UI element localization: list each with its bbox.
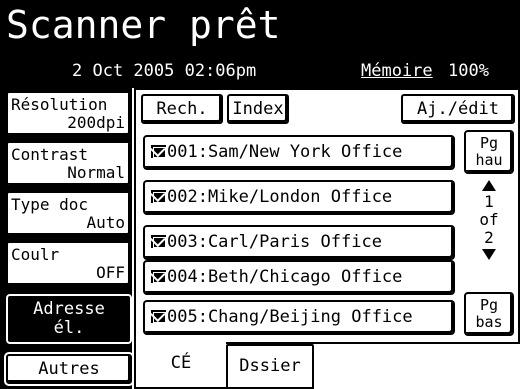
- page-down-line2: bas: [475, 313, 503, 331]
- page-indicator: 1 of 2: [466, 180, 512, 260]
- contrast-label: Contrast: [11, 145, 89, 164]
- other-settings-button[interactable]: Autres: [6, 354, 132, 384]
- address-entry[interactable]: 002:Mike/London Office: [143, 180, 455, 215]
- page-up-line1: Pg: [479, 134, 499, 152]
- date-time: 2 Oct 2005 02:06pm: [72, 61, 257, 81]
- memory-value: 100%: [448, 61, 489, 81]
- resolution-label: Résolution: [11, 95, 108, 114]
- current-page: 1: [484, 192, 494, 211]
- contrast-button[interactable]: Contrast Normal: [6, 141, 132, 187]
- page-up-line2: hau: [475, 151, 503, 169]
- doc-type-button[interactable]: Type doc Auto: [6, 191, 132, 237]
- address-entry[interactable]: 001:Sam/New York Office: [143, 135, 455, 170]
- address-entry[interactable]: 003:Carl/Paris Office: [143, 225, 455, 260]
- resolution-value: 200dpi: [67, 113, 125, 132]
- entry-label: 002:Mike/London Office: [167, 187, 393, 207]
- page-down-button[interactable]: Pg bas: [464, 292, 514, 336]
- page-up-button[interactable]: Pg hau: [464, 130, 514, 174]
- total-pages: 2: [484, 228, 494, 247]
- tab-folder[interactable]: Dssier: [226, 344, 314, 389]
- arrow-down-icon: [482, 249, 496, 260]
- envelope-icon: [151, 190, 166, 203]
- email-address-line1: Adresse: [33, 299, 105, 319]
- entry-label: 001:Sam/New York Office: [167, 142, 403, 162]
- page-down-line1: Pg: [479, 296, 499, 314]
- add-edit-button[interactable]: Aj./édit: [401, 94, 515, 124]
- color-label: Coulr: [11, 245, 60, 264]
- email-address-line2: él.: [53, 318, 85, 338]
- arrow-up-icon: [482, 180, 496, 191]
- tab-address-book[interactable]: CÉ: [134, 342, 226, 389]
- address-panel: Rech. Index Aj./édit 001:Sam/New York Of…: [134, 88, 520, 344]
- search-button[interactable]: Rech.: [141, 94, 223, 124]
- doc-type-label: Type doc: [11, 195, 89, 214]
- envelope-icon: [151, 270, 166, 283]
- tab-divider: [314, 342, 520, 344]
- screen-title: Scanner prêt: [6, 3, 281, 47]
- entry-label: 004:Beth/Chicago Office: [167, 267, 403, 287]
- envelope-icon: [151, 310, 166, 323]
- doc-type-value: Auto: [86, 213, 125, 232]
- memory-label: Mémoire: [361, 61, 433, 81]
- color-value: OFF: [96, 263, 125, 282]
- index-button[interactable]: Index: [227, 94, 289, 124]
- envelope-icon: [151, 145, 166, 158]
- envelope-icon: [151, 235, 166, 248]
- color-button[interactable]: Coulr OFF: [6, 241, 132, 287]
- title-bar: Scanner prêt: [0, 0, 520, 52]
- entry-label: 003:Carl/Paris Office: [167, 232, 382, 252]
- contrast-value: Normal: [67, 163, 125, 182]
- resolution-button[interactable]: Résolution 200dpi: [6, 91, 132, 137]
- status-bar: 2 Oct 2005 02:06pm Mémoire 100%: [0, 52, 520, 88]
- email-address-button[interactable]: Adresse él.: [6, 294, 132, 344]
- entry-label: 005:Chang/Beijing Office: [167, 307, 413, 327]
- address-entry[interactable]: 004:Beth/Chicago Office: [143, 260, 455, 295]
- of-label: of: [479, 210, 499, 229]
- address-entry[interactable]: 005:Chang/Beijing Office: [143, 300, 455, 335]
